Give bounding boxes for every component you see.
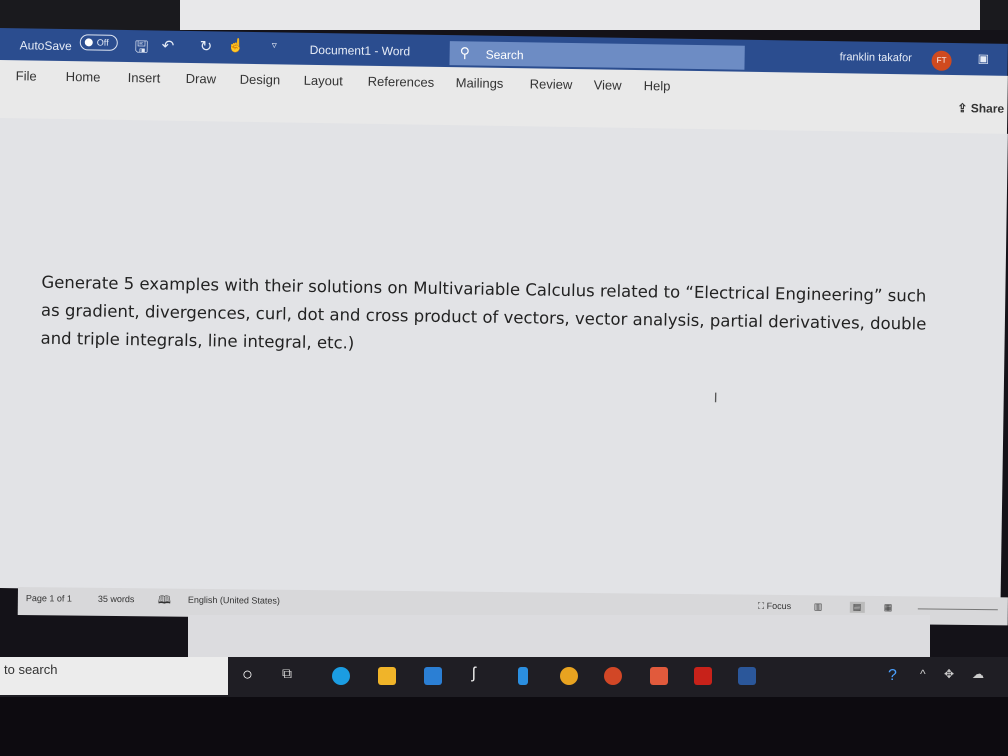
app-s-icon[interactable]: ʃ [472,665,476,683]
ribbon-display-icon[interactable]: ▣ [978,51,990,65]
search-box[interactable]: ⚲ Search [449,41,745,70]
text-cursor-icon: I [713,389,718,406]
window-below [188,615,930,660]
search-label: Search [485,47,524,63]
chrome-icon[interactable] [560,667,578,685]
edge-icon[interactable] [332,667,350,685]
touch-mode-icon[interactable]: ☝ [228,38,244,54]
app-blue-icon[interactable] [518,667,528,685]
tab-draw[interactable]: Draw [186,71,217,86]
tab-references[interactable]: References [368,74,435,90]
taskbar: to search ○ ⧉ ʃ ? ^ ✥ ☁ [0,657,1008,697]
customize-toolbar-icon[interactable]: ▿ [272,40,277,51]
language[interactable]: English (United States) [188,595,280,606]
share-icon: ⇪ [957,101,971,116]
document-title: Document1 - Word [309,42,411,59]
taskbar-search[interactable]: to search [0,657,228,695]
tab-review[interactable]: Review [530,76,573,92]
tab-mailings[interactable]: Mailings [456,75,504,91]
avatar[interactable]: FT [931,50,952,71]
read-mode-icon[interactable]: ▥ [814,601,823,612]
tab-layout[interactable]: Layout [304,73,343,89]
task-view-icon[interactable]: ⧉ [282,665,292,682]
chevron-up-icon[interactable]: ^ [920,667,926,681]
window-edge [180,0,980,30]
search-icon: ⚲ [459,44,471,61]
tab-file[interactable]: File [16,68,37,83]
tab-view[interactable]: View [594,77,622,92]
file-explorer-icon[interactable] [378,667,396,685]
mail-icon[interactable] [424,667,442,685]
background-top [0,0,1008,30]
word-icon[interactable] [738,667,756,685]
web-layout-icon[interactable]: ▦ [884,602,893,613]
tab-help[interactable]: Help [644,78,671,93]
page-count[interactable]: Page 1 of 1 [26,593,72,603]
share-button[interactable]: ⇪ Share [957,101,1004,116]
cortana-icon[interactable]: ○ [242,664,253,685]
autosave-toggle[interactable]: Off [79,34,118,51]
redo-icon[interactable]: ↻ [200,37,213,55]
laptop-bezel [0,697,1008,756]
zoom-slider[interactable] [917,608,998,611]
focus-icon: ⛶ [757,600,767,611]
focus-label: Focus [766,600,792,612]
share-label: Share [970,101,1005,116]
document-text[interactable]: Generate 5 examples with their solutions… [40,269,931,367]
tab-home[interactable]: Home [66,69,101,85]
cloud-icon[interactable]: ☁ [972,667,984,681]
focus-button[interactable]: ⛶ Focus [758,601,791,612]
proofing-icon[interactable]: 🕮 [158,591,171,610]
tab-design[interactable]: Design [240,72,281,88]
help-icon[interactable]: ? [888,667,897,685]
undo-icon[interactable]: ↶ [162,37,175,55]
save-icon[interactable]: 🖫 [134,36,149,63]
powerpoint-icon[interactable] [604,667,622,685]
print-layout-icon[interactable]: ▤ [849,601,865,613]
user-name[interactable]: franklin takafor [840,51,912,64]
tab-insert[interactable]: Insert [128,70,161,86]
dropbox-icon[interactable]: ✥ [944,667,954,681]
acrobat-icon[interactable] [694,667,712,685]
document-canvas[interactable]: Generate 5 examples with their solutions… [0,118,1008,604]
autosave-label: AutoSave [19,38,72,54]
media-icon[interactable] [650,667,668,685]
word-count[interactable]: 35 words [98,594,135,604]
